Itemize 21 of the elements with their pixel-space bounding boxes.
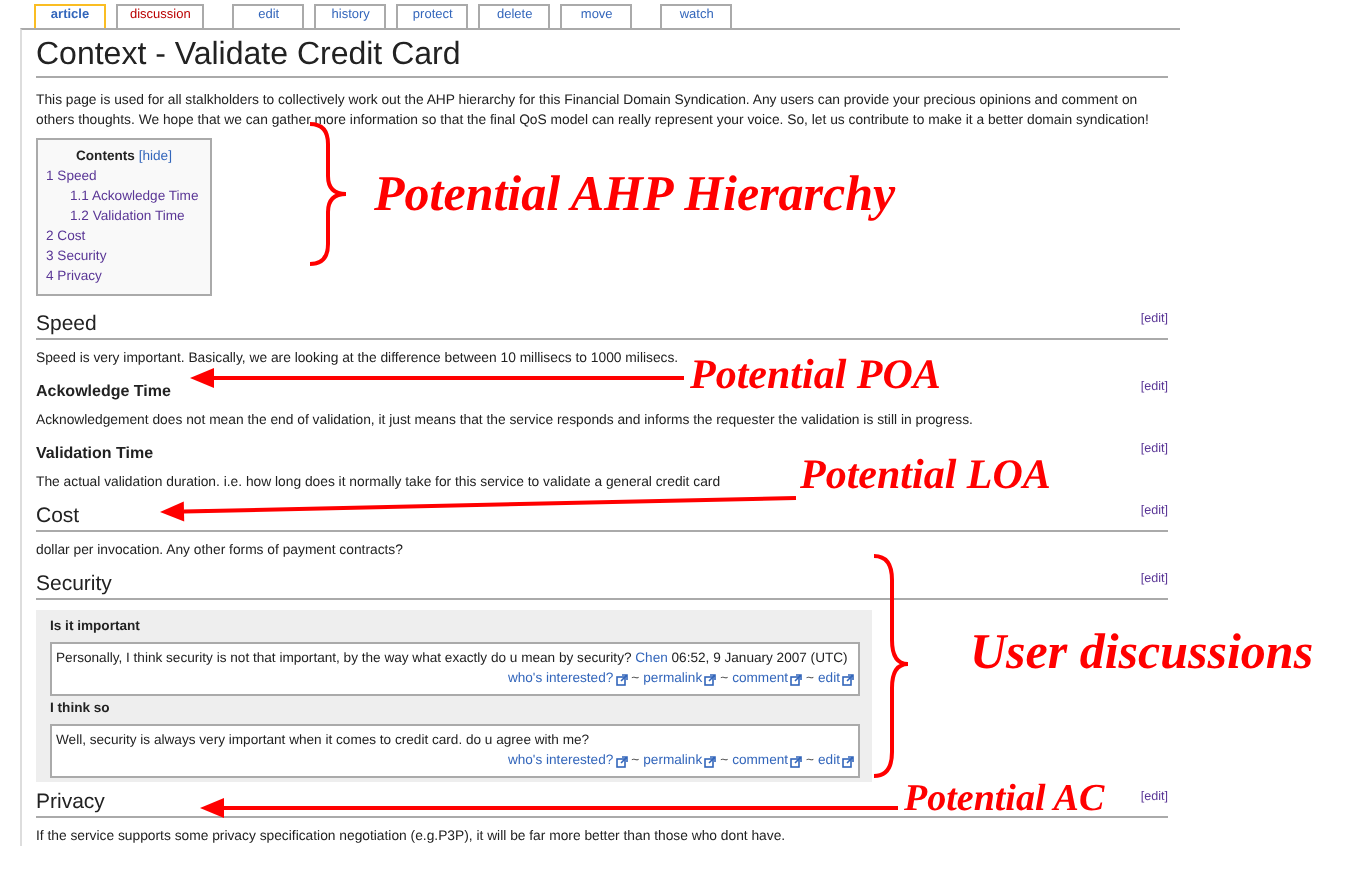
external-link-icon: [790, 756, 803, 768]
annotation-label: Potential AC: [904, 780, 1105, 822]
external-link-icon: [704, 674, 717, 686]
annotation-label: Potential AHP Hierarchy: [374, 168, 896, 223]
external-link-icon: [842, 756, 854, 768]
section-heading: Cost: [36, 504, 80, 530]
section-heading: Validation Time: [36, 442, 154, 464]
external-link-icon: [704, 756, 717, 768]
external-link-icon: [615, 756, 628, 768]
external-link-icon: [615, 674, 628, 686]
section-heading: Security: [36, 572, 112, 598]
external-link-icon: [842, 674, 854, 686]
section-heading: Speed: [36, 312, 97, 338]
annotation-label: Potential LOA: [800, 452, 1051, 499]
annotation-label: User discussions: [970, 626, 1314, 681]
external-link-icon: [790, 674, 803, 686]
annotation-label: Potential POA: [690, 352, 941, 399]
page-title: Context - Validate Credit Card: [36, 36, 1168, 78]
curly-brace: [309, 122, 348, 266]
section-heading: Ackowledge Time: [36, 380, 171, 402]
section-heading: Privacy: [36, 790, 105, 816]
